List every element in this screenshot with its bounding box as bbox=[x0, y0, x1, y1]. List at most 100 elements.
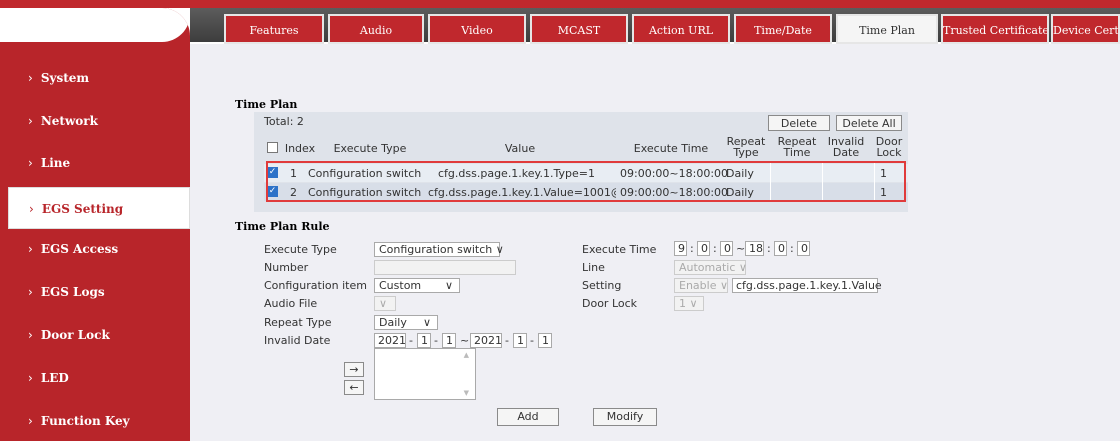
setting-select[interactable]: Enable ∨ bbox=[674, 278, 728, 293]
tab-action-url[interactable]: Action URL bbox=[632, 14, 730, 44]
chevron-right-icon: › bbox=[28, 371, 33, 385]
total-count: Total: 2 bbox=[264, 115, 304, 128]
sidebar-item-network[interactable]: › Network bbox=[0, 100, 190, 142]
execute-time-end-minute[interactable]: 0 bbox=[774, 241, 787, 256]
tab-device-certificates[interactable]: Device Certif bbox=[1051, 14, 1120, 44]
selection-highlight bbox=[266, 161, 906, 202]
range-separator: ~ bbox=[736, 242, 746, 255]
execute-time-start-minute[interactable]: 0 bbox=[697, 241, 710, 256]
select-value: Custom bbox=[379, 279, 422, 292]
sidebar-item-egs-logs[interactable]: › EGS Logs bbox=[0, 271, 190, 313]
header-index: Index bbox=[284, 142, 316, 155]
delete-all-button[interactable]: Delete All bbox=[836, 115, 902, 131]
sidebar-item-label: Network bbox=[40, 114, 98, 128]
header-repeat-time: Repeat Time bbox=[777, 135, 817, 159]
audio-file-label: Audio File bbox=[264, 297, 318, 310]
time-separator: : bbox=[767, 242, 771, 255]
date-separator: - bbox=[505, 334, 509, 347]
tab-time-date[interactable]: Time/Date bbox=[734, 14, 832, 44]
execute-time-label: Execute Time bbox=[582, 243, 657, 256]
select-value: Enable bbox=[679, 279, 717, 292]
chevron-right-icon: › bbox=[28, 285, 33, 299]
audio-file-select[interactable]: ∨ bbox=[374, 296, 396, 311]
tab-mcast[interactable]: MCAST bbox=[530, 14, 628, 44]
header-execute-type: Execute Type bbox=[333, 142, 407, 155]
chevron-down-icon: ∨ bbox=[689, 297, 698, 310]
setting-value-input[interactable]: cfg.dss.page.1.key.1.Value bbox=[732, 278, 882, 293]
door-lock-select[interactable]: 1 ∨ bbox=[674, 296, 704, 311]
range-separator: ~ bbox=[460, 334, 470, 347]
select-value: Automatic bbox=[679, 261, 736, 274]
configuration-item-select[interactable]: Custom ∨ bbox=[374, 278, 460, 293]
execute-time-start-hour[interactable]: 9 bbox=[674, 241, 687, 256]
sidebar-item-label: Line bbox=[40, 156, 71, 170]
header-door-lock: Door Lock bbox=[875, 135, 903, 159]
execute-time-end-second[interactable]: 0 bbox=[797, 241, 810, 256]
chevron-down-icon: ∨ bbox=[444, 279, 453, 292]
execute-type-select[interactable]: Configuration switch ∨ bbox=[374, 242, 504, 257]
sidebar-item-label: EGS Logs bbox=[40, 285, 105, 299]
header-value: Value bbox=[504, 142, 536, 155]
arrow-right-button[interactable]: → bbox=[344, 362, 364, 377]
scroll-down-icon[interactable]: ▼ bbox=[464, 389, 469, 397]
date-separator: - bbox=[409, 334, 413, 347]
time-separator: : bbox=[690, 242, 694, 255]
configuration-item-label: Configuration item bbox=[264, 279, 367, 292]
day-list-box[interactable]: ▲ ▼ bbox=[374, 348, 476, 400]
number-input[interactable] bbox=[374, 260, 516, 275]
tab-features[interactable]: Features bbox=[224, 14, 324, 44]
chevron-right-icon: › bbox=[29, 202, 34, 216]
line-label: Line bbox=[582, 261, 605, 274]
tab-audio[interactable]: Audio bbox=[328, 14, 424, 44]
sidebar-item-led[interactable]: › LED bbox=[0, 357, 190, 399]
date-separator: - bbox=[434, 334, 438, 347]
number-label: Number bbox=[264, 261, 309, 274]
invalid-date-end-month[interactable]: 1 bbox=[513, 333, 527, 348]
execute-time-end-hour[interactable]: 18 bbox=[745, 241, 764, 256]
time-separator: : bbox=[713, 242, 717, 255]
tab-video[interactable]: Video bbox=[428, 14, 526, 44]
repeat-type-select[interactable]: Daily ∨ bbox=[374, 315, 438, 330]
chevron-right-icon: › bbox=[28, 242, 33, 256]
sidebar-item-system[interactable]: › System bbox=[0, 57, 190, 99]
chevron-right-icon: › bbox=[28, 414, 33, 428]
time-plan-title: Time Plan bbox=[235, 98, 298, 111]
chevron-down-icon: ∨ bbox=[495, 243, 504, 256]
invalid-date-end-year[interactable]: 2021 bbox=[470, 333, 502, 348]
execute-time-start-second[interactable]: 0 bbox=[720, 241, 733, 256]
repeat-type-label: Repeat Type bbox=[264, 316, 332, 329]
line-select[interactable]: Automatic ∨ bbox=[674, 260, 747, 275]
sidebar-item-door-lock[interactable]: › Door Lock bbox=[0, 314, 190, 356]
chevron-down-icon: ∨ bbox=[379, 297, 388, 310]
modify-button[interactable]: Modify bbox=[593, 408, 657, 426]
scroll-up-icon[interactable]: ▲ bbox=[464, 351, 469, 359]
sidebar-item-line[interactable]: › Line bbox=[0, 142, 190, 184]
invalid-date-start-day[interactable]: 1 bbox=[442, 333, 456, 348]
arrow-left-button[interactable]: ← bbox=[344, 380, 364, 395]
invalid-date-label: Invalid Date bbox=[264, 334, 331, 347]
top-accent-bar bbox=[0, 0, 1120, 8]
invalid-date-start-month[interactable]: 1 bbox=[417, 333, 431, 348]
select-value: Configuration switch bbox=[379, 243, 493, 256]
header-execute-time: Execute Time bbox=[633, 142, 709, 155]
sidebar-item-egs-access[interactable]: › EGS Access bbox=[0, 228, 190, 270]
select-all-checkbox[interactable] bbox=[267, 142, 278, 153]
main-content: Time Plan Total: 2 Delete Delete All Ind… bbox=[190, 44, 1120, 441]
sidebar-item-function-key[interactable]: › Function Key bbox=[0, 400, 190, 441]
time-plan-rule-title: Time Plan Rule bbox=[235, 220, 330, 233]
header-repeat-type: Repeat Type bbox=[726, 135, 766, 159]
invalid-date-end-day[interactable]: 1 bbox=[538, 333, 552, 348]
setting-label: Setting bbox=[582, 279, 622, 292]
add-button[interactable]: Add bbox=[497, 408, 559, 426]
chevron-down-icon: ∨ bbox=[738, 261, 747, 274]
delete-button[interactable]: Delete bbox=[768, 115, 830, 131]
sidebar-item-egs-setting[interactable]: › EGS Setting bbox=[8, 187, 190, 229]
sidebar-item-label: Function Key bbox=[40, 414, 130, 428]
sidebar-item-label: System bbox=[40, 71, 90, 85]
tab-time-plan[interactable]: Time Plan bbox=[836, 14, 938, 44]
invalid-date-start-year[interactable]: 2021 bbox=[374, 333, 406, 348]
tab-trusted-certificates[interactable]: Trusted Certificates bbox=[941, 14, 1049, 44]
sidebar: › System › Network › Line › EGS Setting › EGS… bbox=[0, 8, 190, 441]
select-value: Daily bbox=[379, 316, 407, 329]
sidebar-item-label: EGS Access bbox=[40, 242, 119, 256]
